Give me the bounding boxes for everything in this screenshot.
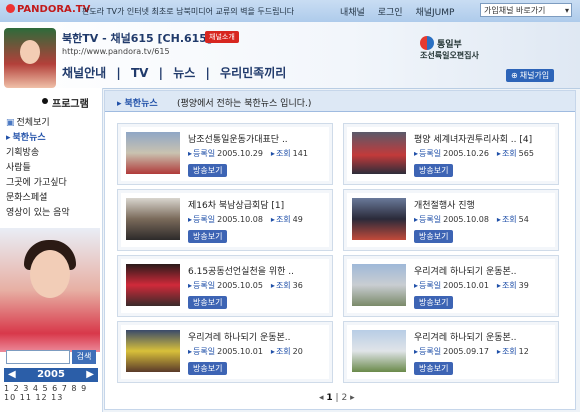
page-2[interactable]: 2 xyxy=(341,393,347,403)
video-card: 평양 세계녀자권투리사회 .. [4] 등록일2005.10.26조회565 방… xyxy=(343,123,559,185)
tab-divider: | xyxy=(158,66,163,80)
video-title[interactable]: 남조선통일운동가대표단 .. xyxy=(188,132,288,145)
sidebar: 프로그램 전체보기 북한뉴스 기획방송 사람들 그곳에 가고싶다 문화스페셜 영… xyxy=(0,88,103,412)
chevron-down-icon: ▾ xyxy=(564,6,569,15)
calendar-days[interactable]: 1 2 3 4 5 6 7 8 9 10 11 12 13 xyxy=(4,384,98,402)
tab-news[interactable]: 뉴스 xyxy=(173,66,195,80)
top-links: 내채널 로그인 채널JUMP xyxy=(340,5,464,18)
menu-item-places[interactable]: 그곳에 가고싶다 xyxy=(6,176,100,191)
hostess-photo xyxy=(0,228,100,352)
news-list-header: 북한뉴스 (평양에서 전하는 북한뉴스 입니다.) xyxy=(105,91,575,112)
program-header: 프로그램 xyxy=(0,94,102,110)
watch-button[interactable]: 방송보기 xyxy=(188,362,228,375)
tab-divider: | xyxy=(205,66,210,80)
tab-channel-info[interactable]: 채널안내 xyxy=(62,66,106,80)
top-bar: PANDORA.TV 판도라 TV가 인터넷 최초로 남북미디어 교류의 벽을 … xyxy=(0,0,580,23)
channel-tabs: 채널안내 | TV | 뉴스 | 우리민족끼리 xyxy=(62,64,292,81)
video-thumbnail[interactable] xyxy=(352,198,406,240)
video-title[interactable]: 제16차 북남상급회담 [1] xyxy=(188,198,284,211)
video-thumbnail[interactable] xyxy=(126,264,180,306)
news-list-panel: 북한뉴스 (평양에서 전하는 북한뉴스 입니다.) 남조선통일운동가대표단 ..… xyxy=(104,90,576,410)
channel-avatar xyxy=(4,28,56,88)
video-meta: 등록일2005.09.17조회12 xyxy=(414,346,529,357)
video-title[interactable]: 개천절행사 진행 xyxy=(414,198,475,211)
page-1[interactable]: 1 xyxy=(326,393,332,403)
channel-intro-button[interactable]: 채널소개 xyxy=(205,31,239,43)
category-description: (평양에서 전하는 북한뉴스 입니다.) xyxy=(177,99,312,109)
tagline: 판도라 TV가 인터넷 최초로 남북미디어 교류의 벽을 두드립니다 xyxy=(82,7,295,16)
watch-button[interactable]: 방송보기 xyxy=(188,296,228,309)
video-meta: 등록일2005.10.01조회20 xyxy=(188,346,303,357)
video-meta: 등록일2005.10.08조회54 xyxy=(414,214,529,225)
video-card: 우리겨레 하나되기 운동본.. 등록일2005.10.01조회20 방송보기 xyxy=(117,321,333,383)
video-meta: 등록일2005.10.26조회565 xyxy=(414,148,534,159)
watch-button[interactable]: 방송보기 xyxy=(188,164,228,177)
channel-url[interactable]: http://www.pandora.tv/615 xyxy=(62,47,170,56)
pandora-logo[interactable]: PANDORA.TV xyxy=(6,4,90,15)
tab-our-nation[interactable]: 우리민족끼리 xyxy=(220,66,286,80)
video-title[interactable]: 우리겨레 하나되기 운동본.. xyxy=(188,330,291,343)
prev-page-icon[interactable]: ◂ xyxy=(319,393,324,403)
join-channel-button[interactable]: ⊕ 채널가입 xyxy=(506,69,555,82)
prev-year-icon[interactable]: ◀ xyxy=(8,368,16,382)
video-card: 우리겨레 하나되기 운동본.. 등록일2005.10.01조회39 방송보기 xyxy=(343,255,559,317)
menu-item-features[interactable]: 기획방송 xyxy=(6,146,100,161)
video-meta: 등록일2005.10.29조회141 xyxy=(188,148,308,159)
tab-tv[interactable]: TV xyxy=(131,66,148,80)
my-channel-link[interactable]: 내채널 xyxy=(340,8,365,18)
search-input[interactable] xyxy=(6,350,70,364)
video-title[interactable]: 우리겨레 하나되기 운동본.. xyxy=(414,330,517,343)
watch-button[interactable]: 방송보기 xyxy=(414,296,454,309)
year-selector: ◀ 2005 ▶ xyxy=(4,368,98,382)
video-meta: 등록일2005.10.01조회39 xyxy=(414,280,529,291)
video-title[interactable]: 6.15공동선언실천을 위한 .. xyxy=(188,264,294,277)
menu-item-people[interactable]: 사람들 xyxy=(6,161,100,176)
menu-item-culture[interactable]: 문화스페셜 xyxy=(6,191,100,206)
channel-jump-link[interactable]: 채널JUMP xyxy=(415,8,454,18)
tab-divider: | xyxy=(116,66,121,80)
channel-header: 북한TV - 채널615 [CH.615] 채널소개 http://www.pa… xyxy=(0,22,580,89)
video-thumbnail[interactable] xyxy=(126,330,180,372)
video-title[interactable]: 우리겨레 하나되기 운동본.. xyxy=(414,264,517,277)
video-card: 제16차 북남상급회담 [1] 등록일2005.10.08조회49 방송보기 xyxy=(117,189,333,251)
watch-button[interactable]: 방송보기 xyxy=(414,362,454,375)
watch-button[interactable]: 방송보기 xyxy=(414,230,454,243)
ministry-logo: 통일부 조선륙일오편집사 xyxy=(420,36,479,61)
video-meta: 등록일2005.10.05조회36 xyxy=(188,280,303,291)
user-plus-icon: ⊕ xyxy=(511,71,518,80)
joined-channel-select[interactable]: 가입채널 바로가기 ▾ xyxy=(480,3,572,17)
video-card: 우리겨레 하나되기 운동본.. 등록일2005.09.17조회12 방송보기 xyxy=(343,321,559,383)
ministry-emblem-icon xyxy=(420,36,434,50)
video-thumbnail[interactable] xyxy=(126,198,180,240)
watch-button[interactable]: 방송보기 xyxy=(414,164,454,177)
video-thumbnail[interactable] xyxy=(126,132,180,174)
logo-icon xyxy=(6,4,15,13)
menu-item-north-news[interactable]: 북한뉴스 xyxy=(6,131,100,146)
menu-item-music[interactable]: 영상이 있는 음악 xyxy=(6,206,100,221)
watch-button[interactable]: 방송보기 xyxy=(188,230,228,243)
video-title[interactable]: 평양 세계녀자권투리사회 .. [4] xyxy=(414,132,532,145)
video-thumbnail[interactable] xyxy=(352,264,406,306)
menu-item-all[interactable]: 전체보기 xyxy=(6,116,100,131)
channel-title: 북한TV - 채널615 [CH.615] xyxy=(62,32,212,45)
video-card: 개천절행사 진행 등록일2005.10.08조회54 방송보기 xyxy=(343,189,559,251)
pagination: ◂ 1 | 2 ▸ xyxy=(319,393,355,403)
video-card: 남조선통일운동가대표단 .. 등록일2005.10.29조회141 방송보기 xyxy=(117,123,333,185)
next-year-icon[interactable]: ▶ xyxy=(86,368,94,382)
search-button[interactable]: 검색 xyxy=(72,350,96,364)
category-title: 북한뉴스 xyxy=(117,96,158,109)
video-meta: 등록일2005.10.08조회49 xyxy=(188,214,303,225)
video-card: 6.15공동선언실천을 위한 .. 등록일2005.10.05조회36 방송보기 xyxy=(117,255,333,317)
login-link[interactable]: 로그인 xyxy=(378,8,403,18)
bullet-icon xyxy=(42,98,48,104)
video-thumbnail[interactable] xyxy=(352,132,406,174)
next-page-icon[interactable]: ▸ xyxy=(350,393,355,403)
program-menu: 전체보기 북한뉴스 기획방송 사람들 그곳에 가고싶다 문화스페셜 영상이 있는… xyxy=(6,116,100,221)
video-thumbnail[interactable] xyxy=(352,330,406,372)
